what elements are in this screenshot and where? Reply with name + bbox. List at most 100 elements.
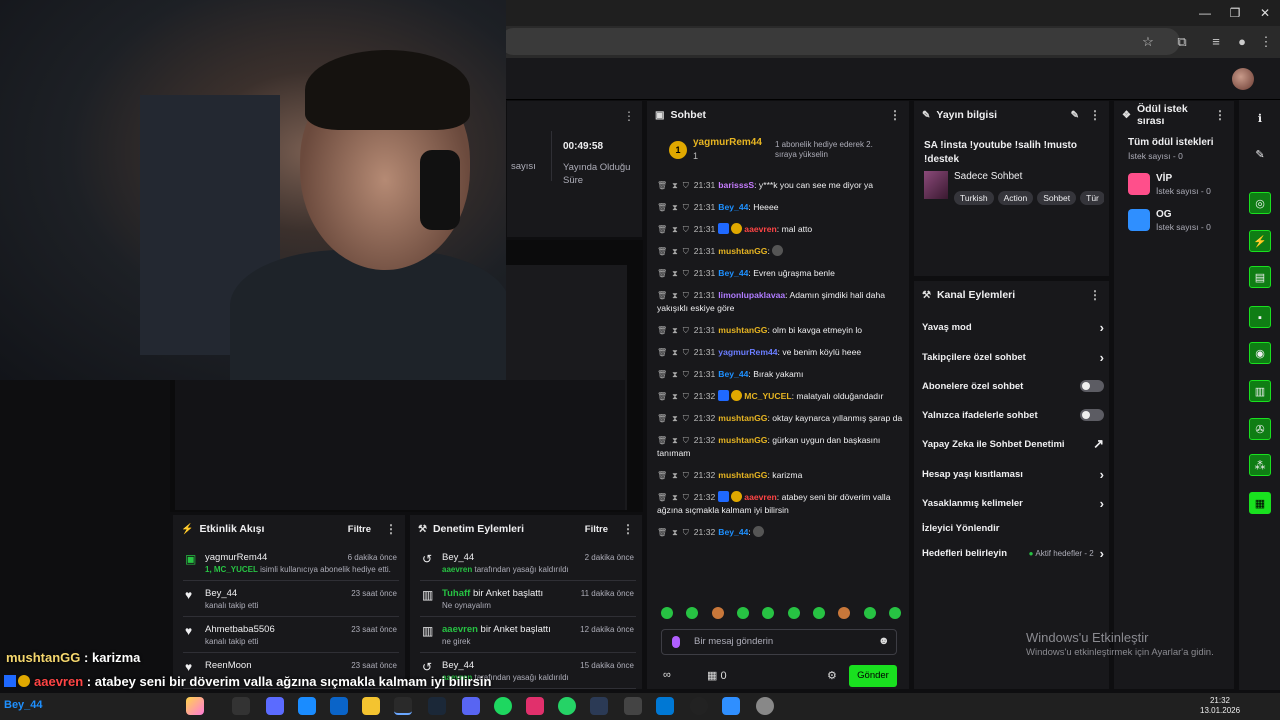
mod-item[interactable]: ▥ Tuhaff bir Anket başlattı Ne oynayalım 11… (420, 585, 636, 617)
channel-action[interactable]: Hedefleri belirleyin Aktif hedefler - 2 › (922, 543, 1104, 563)
trash-icon[interactable]: 🗑 (657, 247, 667, 256)
edge-icon[interactable] (298, 697, 316, 715)
tag-chip[interactable]: Sohbet (1037, 191, 1077, 205)
ban-icon[interactable]: ⛉ (683, 471, 689, 480)
emote-icon[interactable] (863, 607, 876, 619)
timeout-icon[interactable]: ⧗ (672, 436, 678, 445)
points-icon[interactable]: ▦ 0 (707, 669, 727, 682)
more-icon[interactable]: ⋮ (889, 108, 901, 122)
more-icon[interactable]: ⋮ (385, 522, 397, 536)
trash-icon[interactable]: 🗑 (657, 348, 667, 357)
timeout-icon[interactable]: ⧗ (672, 203, 678, 212)
focus-icon[interactable]: ◎ (1249, 192, 1271, 214)
mod-item[interactable]: ▥ aaevren bir Anket başlattı ne girek 12 da… (420, 621, 636, 653)
timeout-icon[interactable]: ⧗ (672, 370, 678, 379)
broadcast-icon[interactable]: ◉ (1249, 342, 1271, 364)
app-icon[interactable] (590, 697, 608, 715)
trash-icon[interactable]: 🗑 (657, 181, 667, 190)
emote-icon[interactable] (787, 607, 800, 619)
chat-username[interactable]: limonlupaklavaa (718, 290, 785, 300)
ban-icon[interactable]: ⛉ (683, 225, 689, 234)
avatar[interactable] (1232, 68, 1254, 90)
whatsapp-icon[interactable] (558, 697, 576, 715)
more-icon[interactable]: ⋮ (1089, 108, 1101, 122)
trash-icon[interactable]: 🗑 (657, 326, 667, 335)
minimize-icon[interactable]: — (1190, 4, 1220, 22)
trash-icon[interactable]: 🗑 (657, 528, 667, 537)
close-icon[interactable]: ✕ (1250, 4, 1280, 22)
chat-username[interactable]: aaevren (744, 492, 777, 502)
address-bar[interactable] (500, 28, 1180, 55)
timeout-icon[interactable]: ⧗ (672, 326, 678, 335)
emote-icon[interactable] (762, 607, 775, 619)
chat-username[interactable]: Bey_44 (718, 369, 748, 379)
vscode-icon[interactable] (656, 697, 674, 715)
app-icon[interactable] (756, 697, 774, 715)
mic-icon[interactable] (672, 636, 680, 648)
timeout-icon[interactable]: ⧗ (672, 225, 678, 234)
media-icon[interactable]: ≡ (1206, 32, 1226, 52)
spotify-icon[interactable] (494, 697, 512, 715)
trash-icon[interactable]: 🗑 (657, 471, 667, 480)
emote-icon[interactable] (812, 607, 825, 619)
task-view-icon[interactable] (232, 697, 250, 715)
lightning-icon[interactable]: ⚡ (1249, 230, 1271, 252)
chat-username[interactable]: Bey_44 (718, 202, 748, 212)
app-icon[interactable] (266, 697, 284, 715)
emote-icon[interactable] (838, 607, 851, 619)
extensions-icon[interactable]: ⧉ (1172, 32, 1192, 52)
timeout-icon[interactable]: ⧗ (672, 247, 678, 256)
info-icon[interactable]: ℹ (1249, 108, 1271, 130)
document-icon[interactable]: ▤ (1249, 266, 1271, 288)
chat-username[interactable]: mushtanGG (718, 413, 767, 423)
emote-icon[interactable] (888, 607, 901, 619)
feed-item[interactable]: ♥ Bey_44 kanalı takip etti 23 saat önce (183, 585, 399, 617)
more-icon[interactable]: ⋮ (623, 109, 635, 123)
ban-icon[interactable]: ⛉ (683, 528, 689, 537)
infinity-icon[interactable]: ∞ (663, 669, 671, 681)
ban-icon[interactable]: ⛉ (683, 291, 689, 300)
wrench-icon[interactable]: ✇ (1249, 418, 1271, 440)
chat-username[interactable]: mushtanGG (718, 246, 767, 256)
tag-chip[interactable]: Action (997, 191, 1034, 205)
send-button[interactable]: Gönder (849, 665, 897, 687)
channel-action[interactable]: Yasaklanmış kelimeler › (922, 493, 1104, 513)
gear-icon[interactable]: ⚙ (827, 669, 837, 682)
ban-icon[interactable]: ⛉ (683, 392, 689, 401)
chat-username[interactable]: MC_YUCEL (744, 391, 791, 401)
timeout-icon[interactable]: ⧗ (672, 528, 678, 537)
tag-chip[interactable]: Turkish (954, 191, 994, 205)
more-icon[interactable]: ⋮ (1089, 288, 1101, 302)
timeout-icon[interactable]: ⧗ (672, 392, 678, 401)
channel-action[interactable]: Yalnızca ifadelerle sohbet (922, 405, 1104, 425)
channel-action[interactable]: Abonelere özel sohbet (922, 376, 1104, 396)
channel-action[interactable]: Hesap yaşı kısıtlaması › (922, 464, 1104, 484)
emote-icon[interactable] (711, 607, 724, 619)
ban-icon[interactable]: ⛉ (683, 181, 689, 190)
chat-username[interactable]: Bey_44 (718, 527, 748, 537)
timeout-icon[interactable]: ⧗ (672, 414, 678, 423)
steam-icon[interactable] (428, 697, 446, 715)
timeout-icon[interactable]: ⧗ (672, 348, 678, 357)
chat-username[interactable]: mushtanGG (718, 470, 767, 480)
chat-username[interactable]: aaevren (744, 224, 777, 234)
bookmark-star-icon[interactable]: ☆ (1138, 32, 1158, 52)
emote-icon[interactable] (686, 607, 699, 619)
trash-icon[interactable]: 🗑 (657, 225, 667, 234)
channel-action[interactable]: Yapay Zeka ile Sohbet Denetimi ↗ (922, 434, 1104, 454)
edit-icon[interactable]: ✎ (1071, 110, 1079, 121)
pinned-gift-leaderboard[interactable]: 1 yagmurRem44 1 1 abonelik hediye ederek… (655, 131, 903, 171)
app-icon[interactable] (624, 697, 642, 715)
filter-button[interactable]: Filtre (348, 524, 371, 535)
trash-icon[interactable]: 🗑 (657, 414, 667, 423)
timeout-icon[interactable]: ⧗ (672, 291, 678, 300)
ban-icon[interactable]: ⛉ (683, 203, 689, 212)
layout-icon[interactable]: ▥ (1249, 380, 1271, 402)
obs-icon[interactable] (690, 697, 708, 715)
more-icon[interactable]: ⋮ (622, 522, 634, 536)
ban-icon[interactable]: ⛉ (683, 326, 689, 335)
trash-icon[interactable]: 🗑 (657, 291, 667, 300)
discord-icon[interactable] (462, 697, 480, 715)
profile-icon[interactable]: ● (1232, 32, 1252, 52)
reward-item[interactable]: OG İstek sayısı - 0 (1128, 207, 1232, 233)
